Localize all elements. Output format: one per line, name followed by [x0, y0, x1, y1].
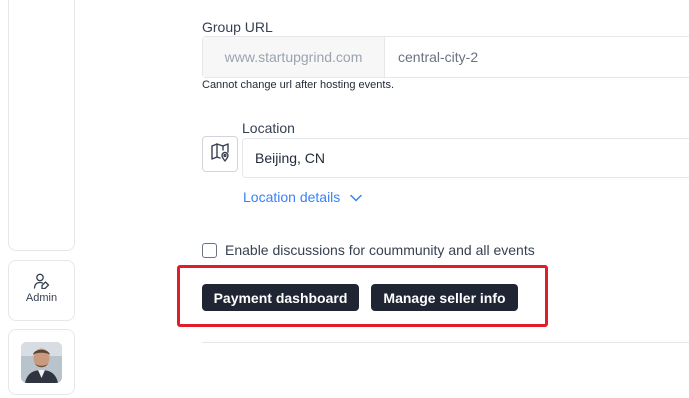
manage-seller-info-button[interactable]: Manage seller info — [371, 284, 518, 311]
discussion-checkbox[interactable] — [202, 242, 217, 258]
group-url-field[interactable]: www.startupgrind.com central-city-2 — [202, 36, 689, 78]
user-edit-icon — [33, 273, 51, 289]
location-details-toggle[interactable]: Location details — [243, 189, 363, 205]
url-prefix: www.startupgrind.com — [203, 37, 385, 77]
url-slug-input[interactable]: central-city-2 — [385, 37, 689, 77]
sidebar-panel — [8, 0, 75, 251]
url-help-text: Cannot change url after hosting events. — [202, 79, 395, 91]
chevron-down-icon — [350, 189, 363, 205]
avatar[interactable] — [21, 341, 62, 383]
map-button[interactable] — [202, 136, 238, 172]
map-pin-icon — [210, 142, 230, 167]
discussion-label: Enable discussions for coummunity and al… — [225, 242, 535, 258]
discussion-option[interactable]: Enable discussions for coummunity and al… — [202, 242, 535, 258]
location-details-label: Location details — [243, 189, 341, 205]
admin-label: Admin — [25, 292, 58, 304]
avatar-card[interactable] — [8, 329, 75, 395]
admin-nav-item[interactable]: Admin — [8, 260, 75, 321]
location-input[interactable]: Beijing, CN — [242, 138, 689, 178]
location-label: Location — [242, 120, 295, 136]
group-url-label: Group URL — [202, 19, 273, 35]
section-divider — [202, 342, 689, 343]
payment-dashboard-button[interactable]: Payment dashboard — [202, 284, 359, 311]
